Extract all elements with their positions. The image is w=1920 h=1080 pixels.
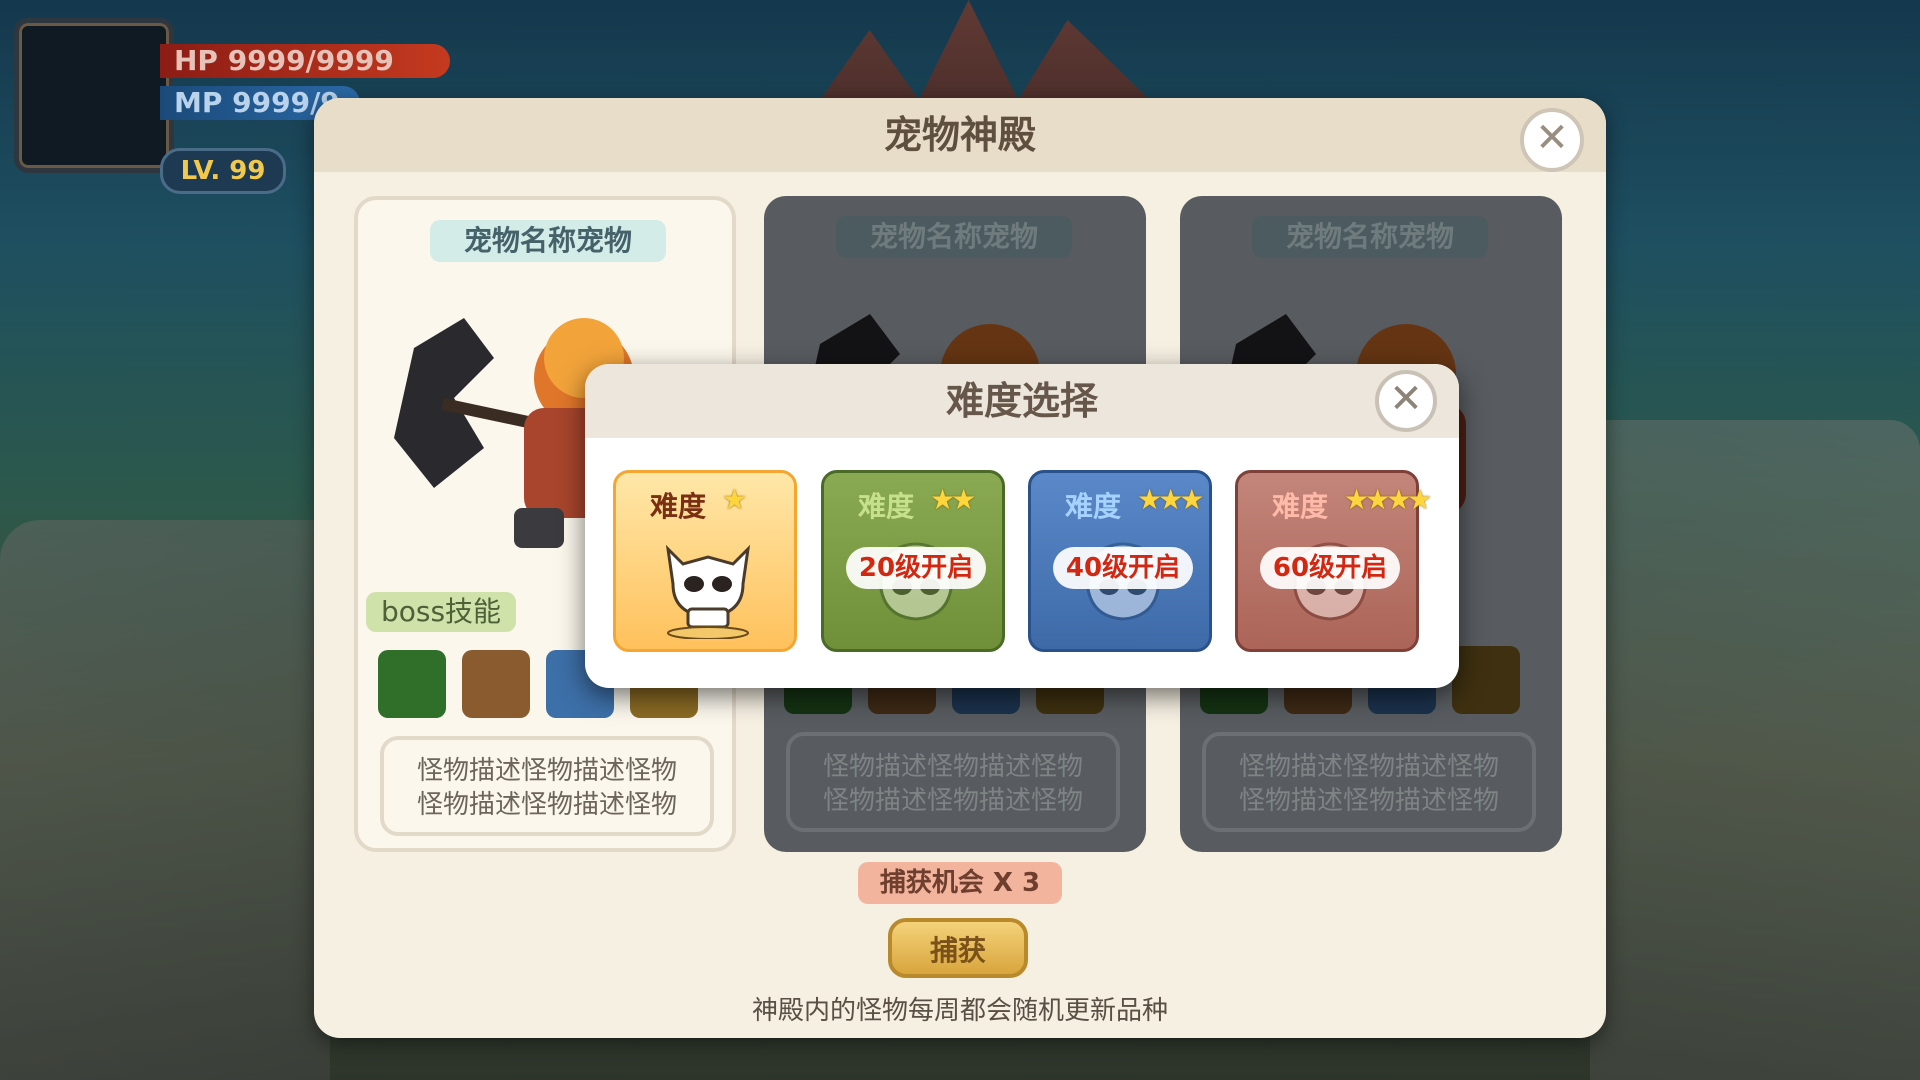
difficulty-option-4[interactable]: 难度 ★★★★ 60级开启 (1235, 470, 1432, 652)
close-icon: ✕ (1535, 115, 1569, 161)
desc-line-1: 怪物描述怪物描述怪物 (822, 752, 1083, 782)
difficulty-label: 难度 (1065, 490, 1122, 523)
temple-note: 神殿内的怪物每周都会随机更新品种 (751, 996, 1168, 1026)
difficulty-modal: 难度选择 ✕ 难度 ★ 难度 ★★ 20级开启 难度 ★★★ 40级开启 难度 … (585, 364, 1459, 688)
monster-description: 怪物描述怪物描述怪物 怪物描述怪物描述怪物 (380, 736, 714, 836)
difficulty-option-3[interactable]: 难度 ★★★ 40级开启 (1028, 470, 1212, 652)
skill-fist-icon[interactable] (462, 650, 530, 718)
panel-header: 宠物神殿 (314, 98, 1606, 172)
star-icon: ★★ (930, 483, 976, 516)
difficulty-label: 难度 (1272, 490, 1329, 523)
modal-close-button[interactable]: ✕ (1375, 370, 1437, 432)
panel-close-button[interactable]: ✕ (1520, 108, 1584, 172)
unlock-level-badge: 40级开启 (1053, 547, 1193, 589)
boss-skill-label: boss技能 (366, 592, 516, 632)
capture-chance-badge: 捕获机会 X 3 (858, 862, 1062, 904)
pet-name: 宠物名称宠物 (836, 216, 1072, 258)
desc-line-2: 怪物描述怪物描述怪物 (822, 786, 1083, 816)
capture-button[interactable]: 捕获 (888, 918, 1028, 978)
star-icon: ★ (722, 483, 747, 516)
monster-description: 怪物描述怪物描述怪物 怪物描述怪物描述怪物 (1202, 732, 1536, 832)
skill-heal-icon[interactable] (378, 650, 446, 718)
hp-value: 9999/9999 (227, 44, 394, 77)
difficulty-option-2[interactable]: 难度 ★★ 20级开启 (821, 470, 1005, 652)
mp-label: MP (174, 86, 223, 119)
desc-line-2: 怪物描述怪物描述怪物 (416, 790, 677, 820)
difficulty-option-1[interactable]: 难度 ★ (613, 470, 797, 652)
player-portrait[interactable] (14, 18, 174, 173)
hp-label: HP (174, 44, 218, 77)
unlock-level-badge: 20级开启 (846, 547, 986, 589)
desc-line-1: 怪物描述怪物描述怪物 (416, 756, 677, 786)
desc-line-1: 怪物描述怪物描述怪物 (1238, 752, 1499, 782)
star-icon: ★★★★ (1344, 483, 1432, 516)
unlock-level-badge: 60级开启 (1260, 547, 1400, 589)
monster-description: 怪物描述怪物描述怪物 怪物描述怪物描述怪物 (786, 732, 1120, 832)
modal-title: 难度选择 (945, 379, 1098, 423)
hp-bar: HP 9999/9999 (160, 44, 450, 78)
modal-header: 难度选择 (585, 364, 1459, 438)
pet-name: 宠物名称宠物 (430, 220, 666, 262)
close-icon: ✕ (1389, 376, 1423, 422)
difficulty-label: 难度 (650, 490, 707, 523)
skull-icon (665, 544, 751, 639)
pet-name: 宠物名称宠物 (1252, 216, 1488, 258)
panel-title: 宠物神殿 (883, 113, 1036, 157)
star-icon: ★★★ (1137, 483, 1204, 516)
desc-line-2: 怪物描述怪物描述怪物 (1238, 786, 1499, 816)
skill-ring-icon[interactable] (1452, 646, 1520, 714)
difficulty-label: 难度 (858, 490, 915, 523)
level-badge: LV. 99 (160, 148, 286, 194)
